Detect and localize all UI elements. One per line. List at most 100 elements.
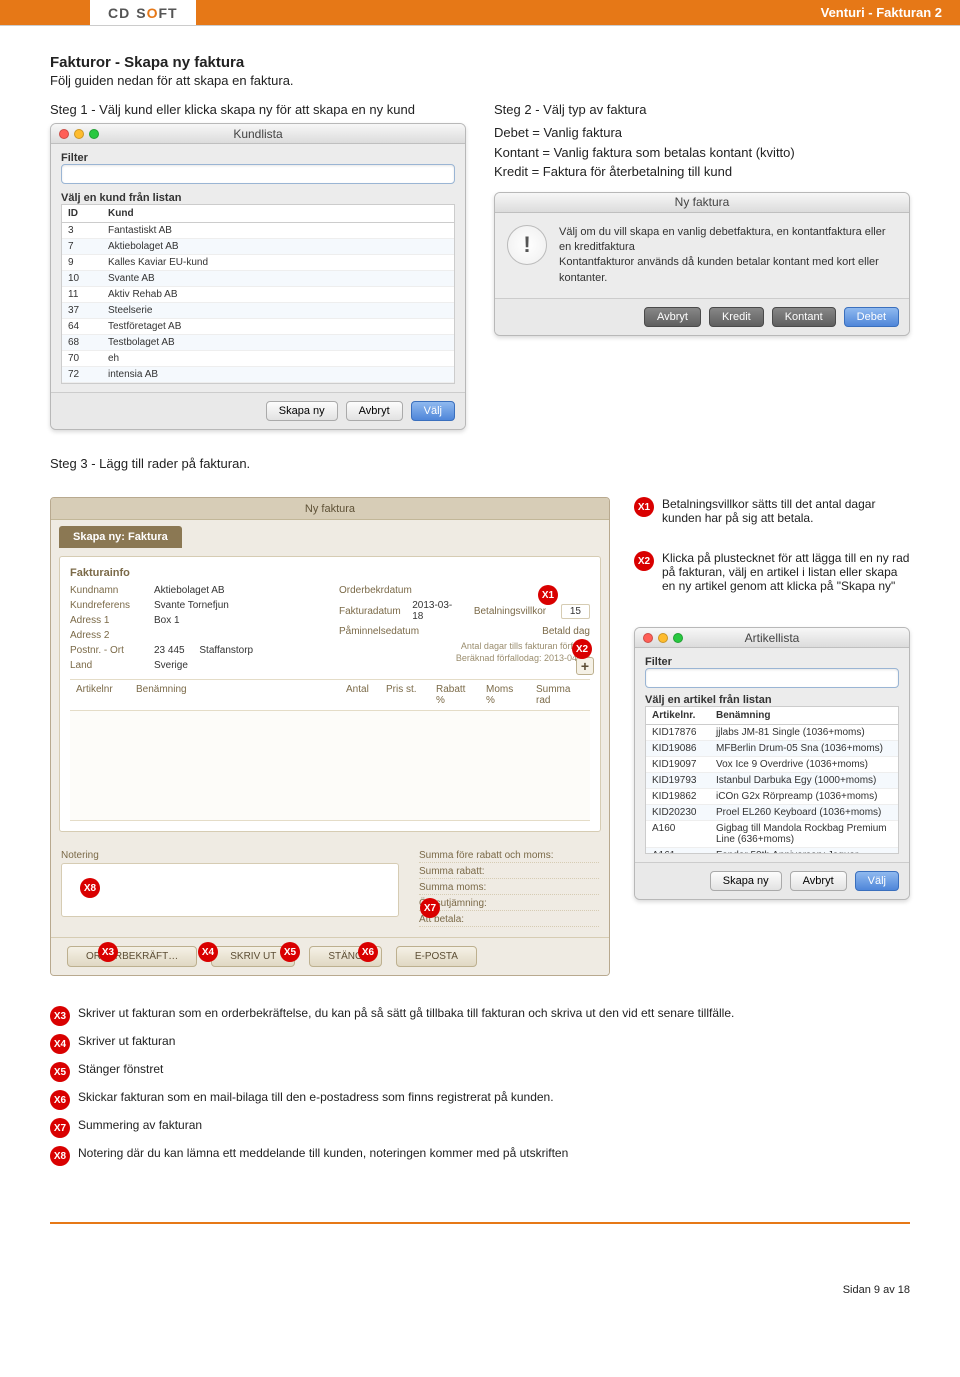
sum-before: Summa före rabatt och moms: [419,850,554,861]
filter-label: Filter [61,152,455,164]
step2-line1: Debet = Vanlig faktura [494,123,910,143]
orderbekraft-button[interactable]: ORDERBEKRÄFT… [67,946,197,967]
list-item[interactable]: KID19097Vox Ice 9 Overdrive (1036+moms) [646,757,898,773]
art-list-label: Välj en artikel från listan [645,694,899,706]
traffic-lights-art [643,633,683,643]
artikellista-titlebar: Artikellista [635,628,909,648]
list-item[interactable]: 3Fantastiskt AB [62,223,454,239]
skapa-ny-button[interactable]: Skapa ny [266,401,338,421]
artikellista-body[interactable]: KID17876jjlabs JM-81 Single (1036+moms)K… [645,724,899,854]
callout-badge-x8: X8 [50,1146,70,1166]
minimize-icon[interactable] [658,633,668,643]
close-icon[interactable] [59,129,69,139]
callout-badge-x4: X4 [50,1034,70,1054]
list-item[interactable]: KID19086MFBerlin Drum-05 Sna (1036+moms) [646,741,898,757]
adress2-label: Adress 2 [70,630,148,641]
callout-badge-x2: X2 [634,551,654,571]
page-footer: Sidan 9 av 18 [0,1284,960,1296]
list-item[interactable]: 10Svante AB [62,271,454,287]
kundlista-body[interactable]: 3Fantastiskt AB7Aktiebolaget AB9Kalles K… [61,222,455,384]
art-avbryt-button[interactable]: Avbryt [790,871,847,891]
valj-button[interactable]: Välj [411,401,455,421]
brand-cd: CD [108,5,130,21]
col-antal: Antal [340,684,380,706]
col-ben2: Benämning [710,707,898,724]
list-item[interactable]: 68Testbolaget AB [62,335,454,351]
faktura-tab: Skapa ny: Faktura [59,526,182,548]
adress1-value: Box 1 [154,615,180,626]
section-title: Fakturor - Skapa ny faktura [50,54,910,71]
eposta-button[interactable]: E-POSTA [396,946,477,967]
step1-heading: Steg 1 - Välj kund eller klicka skapa ny… [50,102,466,117]
list-item[interactable]: 64Testföretaget AB [62,319,454,335]
faktura-window: Ny faktura Skapa ny: Faktura Fakturainfo… [50,497,610,976]
dialog-avbryt-button[interactable]: Avbryt [644,307,701,327]
dialog-kontant-button[interactable]: Kontant [772,307,836,327]
notering-input[interactable] [61,863,399,917]
fakturadat-label: Fakturadatum [339,606,406,617]
kundlista-titlebar: Kundlista [51,124,465,144]
paminnelse-label: Påminnelsedatum [339,626,417,637]
callout-badge-x6: X6 [50,1090,70,1110]
list-item[interactable]: 72intensia AB [62,367,454,383]
list-item[interactable]: KID19862iCOn G2x Rörpreamp (1036+moms) [646,789,898,805]
betvillkor-value[interactable]: 15 [561,604,590,619]
fakturadat-value: 2013-03-18 [412,600,456,622]
list-item[interactable]: KID17876jjlabs JM-81 Single (1036+moms) [646,725,898,741]
list-item[interactable]: A160Gigbag till Mandola Rockbag Premium … [646,821,898,848]
nyfaktura-title: Ny faktura [495,195,909,209]
list-item[interactable]: 7Aktiebolaget AB [62,239,454,255]
topbar-accent-right: Venturi - Fakturan 2 [196,0,960,25]
filter-input[interactable] [61,164,455,184]
list-item[interactable]: A161Fender 50th Anniversary Jaguar Burgu… [646,848,898,854]
forfallo-note: Antal dagar tills fakturan förfaller Ber… [339,641,590,664]
badge-x1: X1 [538,585,558,605]
postnr-label: Postnr. - Ort [70,645,148,656]
art-filter-label: Filter [645,656,899,668]
step3-heading: Steg 3 - Lägg till rader på fakturan. [50,456,910,471]
dialog-kredit-button[interactable]: Kredit [709,307,764,327]
add-row-button[interactable]: + [576,657,594,675]
list-item[interactable]: 37Steelserie [62,303,454,319]
callout-x6: Skickar fakturan som en mail-bilaga till… [78,1090,910,1104]
col-kund: Kund [102,205,454,222]
col-id: ID [62,205,102,222]
list-item[interactable]: 11Aktiv Rehab AB [62,287,454,303]
kundreferens-label: Kundreferens [70,600,148,611]
kundnamn-value: Aktiebolaget AB [154,585,225,596]
list-item[interactable]: 70eh [62,351,454,367]
list-item[interactable]: 9Kalles Kaviar EU-kund [62,255,454,271]
badge-x8: X8 [80,878,100,898]
art-skapa-ny-button[interactable]: Skapa ny [710,871,782,891]
list-item[interactable]: KID19793Istanbul Darbuka Egy (1000+moms) [646,773,898,789]
zoom-icon[interactable] [89,129,99,139]
badge-x5: X5 [280,942,300,962]
avbryt-button[interactable]: Avbryt [346,401,403,421]
orderbekr-label: Orderbekrdatum [339,585,417,596]
dialog-debet-button[interactable]: Debet [844,307,899,327]
close-icon[interactable] [643,633,653,643]
traffic-lights [59,129,99,139]
badge-x2: X2 [572,639,592,659]
callout-badge-x7: X7 [50,1118,70,1138]
brand-s: S [136,5,146,21]
kundlista-list-label: Välj en kund från listan [61,192,455,204]
callout-badge-x5: X5 [50,1062,70,1082]
kundnamn-label: Kundnamn [70,585,148,596]
faktura-window-title: Ny faktura [305,503,355,515]
col-pris: Pris st. [380,684,430,706]
land-label: Land [70,660,148,671]
zoom-icon[interactable] [673,633,683,643]
kundlista-header: ID Kund [61,204,455,222]
list-item[interactable]: KID20230Proel EL260 Keyboard (1036+moms) [646,805,898,821]
minimize-icon[interactable] [74,129,84,139]
faktura-titlebar: Ny faktura [51,498,609,520]
section-subtitle: Följ guiden nedan för att skapa en faktu… [50,73,910,88]
callout-x3: Skriver ut fakturan som en orderbekräfte… [78,1006,910,1020]
badge-x3: X3 [98,942,118,962]
col-artnr: Artikelnr [70,684,130,706]
art-valj-button[interactable]: Välj [855,871,899,891]
art-filter-input[interactable] [645,668,899,688]
topbar-accent-left [0,0,90,25]
badge-x7: X7 [420,898,440,918]
